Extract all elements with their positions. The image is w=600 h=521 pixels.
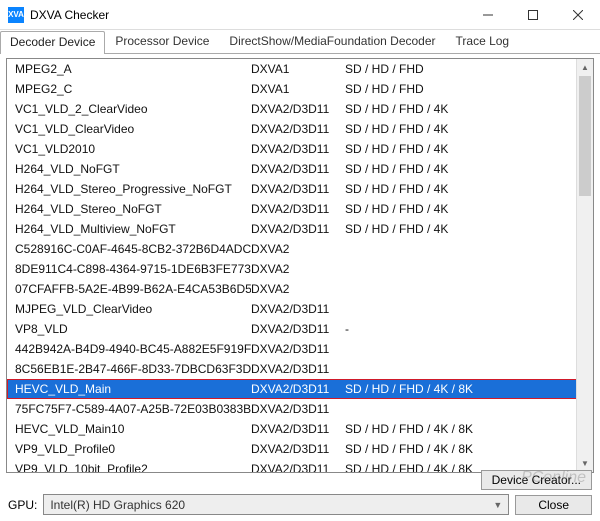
app-icon: XVA [8,7,24,23]
close-window-button[interactable] [555,0,600,30]
list-item[interactable]: 07CFAFFB-5A2E-4B99-B62A-E4CA53B6D5AADXVA… [7,279,593,299]
list-item[interactable]: MPEG2_ADXVA1SD / HD / FHD [7,59,593,79]
decoder-api: DXVA2/D3D11 [251,142,345,156]
list-item[interactable]: VC1_VLD_ClearVideoDXVA2/D3D11SD / HD / F… [7,119,593,139]
minimize-icon [483,10,493,20]
gpu-label: GPU: [8,498,37,512]
decoder-name: 07CFAFFB-5A2E-4B99-B62A-E4CA53B6D5AA [7,282,251,296]
tab-trace-log[interactable]: Trace Log [446,30,520,53]
decoder-name: H264_VLD_NoFGT [7,162,251,176]
decoder-api: DXVA1 [251,82,345,96]
list-item[interactable]: H264_VLD_Stereo_NoFGTDXVA2/D3D11SD / HD … [7,199,593,219]
close-button[interactable]: Close [515,495,592,515]
decoder-name: MPEG2_A [7,62,251,76]
chevron-down-icon: ▼ [493,500,502,510]
decoder-resolutions: SD / HD / FHD / 4K / 8K [345,382,576,396]
decoder-resolutions: SD / HD / FHD / 4K [345,142,576,156]
decoder-resolutions: SD / HD / FHD / 4K [345,202,576,216]
list-item[interactable]: VC1_VLD2010DXVA2/D3D11SD / HD / FHD / 4K [7,139,593,159]
decoder-name: 442B942A-B4D9-4940-BC45-A882E5F919F3 [7,342,251,356]
decoder-api: DXVA2/D3D11 [251,422,345,436]
list-item[interactable]: MPEG2_CDXVA1SD / HD / FHD [7,79,593,99]
decoder-api: DXVA2/D3D11 [251,382,345,396]
decoder-api: DXVA2/D3D11 [251,442,345,456]
window-title: DXVA Checker [30,8,465,22]
scroll-up-icon[interactable]: ▲ [577,59,593,76]
tab-directshow-mediafoundation-decoder[interactable]: DirectShow/MediaFoundation Decoder [219,30,445,53]
decoder-name: HEVC_VLD_Main [7,382,251,396]
decoder-name: H264_VLD_Stereo_NoFGT [7,202,251,216]
maximize-icon [528,10,538,20]
minimize-button[interactable] [465,0,510,30]
list-item[interactable]: H264_VLD_Stereo_Progressive_NoFGTDXVA2/D… [7,179,593,199]
gpu-select-value: Intel(R) HD Graphics 620 [50,498,185,512]
scroll-thumb[interactable] [579,76,591,196]
decoder-api: DXVA2/D3D11 [251,402,345,416]
decoder-api: DXVA2 [251,242,345,256]
list-item[interactable]: VP8_VLDDXVA2/D3D11- [7,319,593,339]
decoder-resolutions: SD / HD / FHD / 4K [345,222,576,236]
list-item[interactable]: 8C56EB1E-2B47-466F-8D33-7DBCD63F3DF2DXVA… [7,359,593,379]
decoder-resolutions: SD / HD / FHD / 4K [345,102,576,116]
decoder-name: 75FC75F7-C589-4A07-A25B-72E03B0383B3 [7,402,251,416]
decoder-resolutions: SD / HD / FHD [345,82,576,96]
decoder-name: H264_VLD_Stereo_Progressive_NoFGT [7,182,251,196]
decoder-api: DXVA1 [251,62,345,76]
decoder-resolutions: SD / HD / FHD / 4K [345,122,576,136]
list-item[interactable]: VP9_VLD_Profile0DXVA2/D3D11SD / HD / FHD… [7,439,593,459]
decoder-api: DXVA2/D3D11 [251,222,345,236]
list-item[interactable]: 8DE911C4-C898-4364-9715-1DE6B3FE773DDXVA… [7,259,593,279]
decoder-resolutions: SD / HD / FHD [345,62,576,76]
tab-processor-device[interactable]: Processor Device [105,30,219,53]
decoder-api: DXVA2/D3D11 [251,182,345,196]
decoder-name: VP8_VLD [7,322,251,336]
decoder-resolutions: SD / HD / FHD / 4K / 8K [345,422,576,436]
decoder-resolutions: SD / HD / FHD / 4K [345,182,576,196]
decoder-name: 8C56EB1E-2B47-466F-8D33-7DBCD63F3DF2 [7,362,251,376]
list-item[interactable]: MJPEG_VLD_ClearVideoDXVA2/D3D11 [7,299,593,319]
decoder-resolutions: - [345,322,576,336]
titlebar: XVA DXVA Checker [0,0,600,30]
decoder-api: DXVA2/D3D11 [251,362,345,376]
maximize-button[interactable] [510,0,555,30]
list-item[interactable]: HEVC_VLD_MainDXVA2/D3D11SD / HD / FHD / … [7,379,593,399]
decoder-name: VP9_VLD_Profile0 [7,442,251,456]
decoder-name: HEVC_VLD_Main10 [7,422,251,436]
decoder-api: DXVA2 [251,262,345,276]
decoder-name: C528916C-C0AF-4645-8CB2-372B6D4ADC2A [7,242,251,256]
decoder-name: VC1_VLD2010 [7,142,251,156]
decoder-name: VC1_VLD_2_ClearVideo [7,102,251,116]
decoder-api: DXVA2 [251,282,345,296]
tab-decoder-device[interactable]: Decoder Device [0,31,105,54]
decoder-api: DXVA2/D3D11 [251,162,345,176]
decoder-list[interactable]: MPEG2_ADXVA1SD / HD / FHDMPEG2_CDXVA1SD … [6,58,594,473]
decoder-api: DXVA2/D3D11 [251,322,345,336]
gpu-select[interactable]: Intel(R) HD Graphics 620 ▼ [43,494,509,515]
list-item[interactable]: H264_VLD_Multiview_NoFGTDXVA2/D3D11SD / … [7,219,593,239]
scrollbar[interactable]: ▲ ▼ [576,59,593,472]
decoder-api: DXVA2/D3D11 [251,302,345,316]
decoder-name: VC1_VLD_ClearVideo [7,122,251,136]
decoder-name: H264_VLD_Multiview_NoFGT [7,222,251,236]
decoder-name: MPEG2_C [7,82,251,96]
decoder-api: DXVA2/D3D11 [251,122,345,136]
decoder-resolutions: SD / HD / FHD / 4K [345,162,576,176]
tab-bar: Decoder DeviceProcessor DeviceDirectShow… [0,30,600,54]
decoder-api: DXVA2/D3D11 [251,342,345,356]
decoder-resolutions: SD / HD / FHD / 4K / 8K [345,442,576,456]
list-item[interactable]: 442B942A-B4D9-4940-BC45-A882E5F919F3DXVA… [7,339,593,359]
list-item[interactable]: H264_VLD_NoFGTDXVA2/D3D11SD / HD / FHD /… [7,159,593,179]
decoder-api: DXVA2/D3D11 [251,202,345,216]
device-creator-button[interactable]: Device Creator... [481,470,592,490]
list-item[interactable]: 75FC75F7-C589-4A07-A25B-72E03B0383B3DXVA… [7,399,593,419]
decoder-api: DXVA2/D3D11 [251,102,345,116]
list-item[interactable]: VC1_VLD_2_ClearVideoDXVA2/D3D11SD / HD /… [7,99,593,119]
list-item[interactable]: C528916C-C0AF-4645-8CB2-372B6D4ADC2ADXVA… [7,239,593,259]
bottom-bar: Device Creator... GPU: Intel(R) HD Graph… [0,466,600,521]
list-item[interactable]: HEVC_VLD_Main10DXVA2/D3D11SD / HD / FHD … [7,419,593,439]
decoder-name: MJPEG_VLD_ClearVideo [7,302,251,316]
decoder-name: 8DE911C4-C898-4364-9715-1DE6B3FE773D [7,262,251,276]
close-icon [573,10,583,20]
